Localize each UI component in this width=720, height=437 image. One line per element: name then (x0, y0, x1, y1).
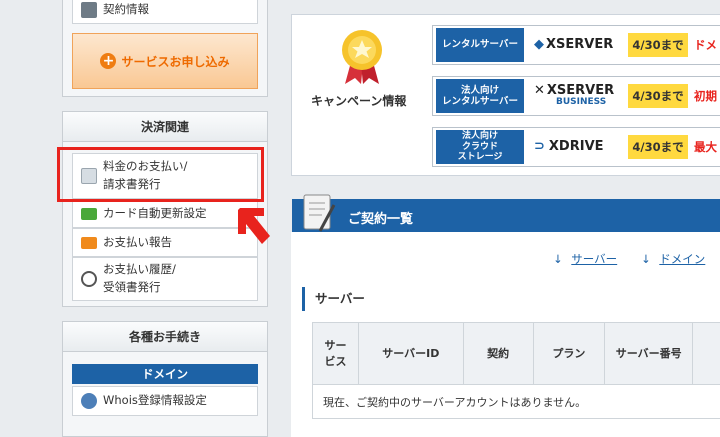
campaign-row-xdrive[interactable]: 法人向け クラウド ストレージ ⊃ XDRIVE 4/30まで 最大 (432, 127, 720, 167)
campaign-date-badge: 4/30まで (628, 84, 688, 108)
clock-icon (81, 271, 97, 287)
campaign-row-xserver[interactable]: レンタルサーバー ◆ XSERVER 4/30まで ドメ (432, 25, 720, 65)
user-icon (81, 393, 97, 409)
contract-icon (81, 1, 97, 18)
sidebar-item-label: お支払い報告 (103, 234, 172, 249)
arrow-down-icon: ↓ (553, 252, 563, 266)
contract-document-icon (303, 194, 336, 232)
campaign-label: 法人向け レンタルサーバー (436, 79, 524, 113)
sidebar-item-payment-history[interactable]: お支払い履歴/ 受領書発行 (72, 257, 258, 301)
sidebar-item-label: カード自動更新設定 (103, 205, 207, 220)
service-apply-button[interactable]: + サービスお申し込み (72, 33, 258, 89)
column-header-plan: プラン (532, 322, 606, 385)
jump-link-domain[interactable]: ↓ ドメイン (641, 251, 705, 267)
column-header-server-number: サーバー番号 (604, 322, 694, 385)
empty-message: 現在、ご契約中のサーバーアカウントはありません。 (312, 384, 720, 419)
campaign-tail-text: ドメ (694, 38, 717, 52)
campaign-date-badge: 4/30まで (628, 135, 688, 159)
jump-link-server-label[interactable]: サーバー (571, 252, 617, 266)
contracts-title: ご契約一覧 (348, 212, 414, 227)
sidebar-item-card-renewal[interactable]: カード自動更新設定 (72, 199, 258, 228)
campaign-title: キャンペーン情報 (311, 94, 407, 108)
campaign-label: レンタルサーバー (436, 28, 524, 62)
plus-icon: + (100, 53, 117, 69)
highlight-box (57, 147, 264, 202)
pointer-arrow-icon (238, 208, 270, 244)
sidebar-item-payment-report[interactable]: お支払い報告 (72, 228, 258, 257)
sidebar-item-label: お支払い履歴/ 受領書発行 (103, 262, 176, 294)
jump-link-domain-label[interactable]: ドメイン (659, 252, 705, 266)
server-section-title: サーバー (302, 287, 365, 311)
sidebar-item-contract-info[interactable]: 契約情報 (72, 0, 258, 24)
payment-section-title: 決済関連 (63, 112, 267, 142)
award-medal-icon (342, 30, 382, 84)
xdrive-logo: ⊃ XDRIVE (534, 139, 604, 155)
jump-link-server[interactable]: ↓ サーバー (553, 251, 617, 267)
sidebar-item-label: 契約情報 (103, 1, 149, 16)
credit-card-icon (81, 207, 97, 220)
arrow-down-icon: ↓ (641, 252, 651, 266)
column-header-extra (692, 322, 720, 385)
column-header-service: サービス (312, 322, 359, 385)
campaign-label: 法人向け クラウド ストレージ (436, 130, 524, 164)
domain-subheader: ドメイン (72, 364, 258, 384)
table-header-row: サービス サーバーID 契約 プラン サーバー番号 (312, 322, 720, 385)
server-table: サービス サーバーID 契約 プラン サーバー番号 現在、ご契約中のサーバーアカ… (312, 322, 720, 419)
contracts-header: ご契約一覧 (292, 194, 720, 233)
sidebar-item-whois[interactable]: Whois登録情報設定 (72, 386, 258, 416)
procedures-section-title: 各種お手続き (63, 322, 267, 352)
campaign-tail-text: 初期 (694, 89, 717, 103)
campaign-tail-text: 最大 (694, 140, 717, 154)
chat-report-icon (81, 236, 97, 249)
campaign-row-xserver-business[interactable]: 法人向け レンタルサーバー ✕ XSERVER BUSINESS 4/30まで 初期 (432, 76, 720, 116)
apply-button-label: サービスお申し込み (121, 54, 230, 69)
sidebar-item-label: Whois登録情報設定 (103, 393, 207, 408)
table-row: 現在、ご契約中のサーバーアカウントはありません。 (312, 384, 720, 419)
campaign-date-badge: 4/30まで (628, 33, 688, 57)
xserver-business-logo: ✕ XSERVER BUSINESS (534, 83, 615, 108)
column-header-server-id: サーバーID (357, 322, 464, 385)
column-header-contract: 契約 (462, 322, 534, 385)
xserver-logo: ◆ XSERVER (534, 37, 614, 53)
